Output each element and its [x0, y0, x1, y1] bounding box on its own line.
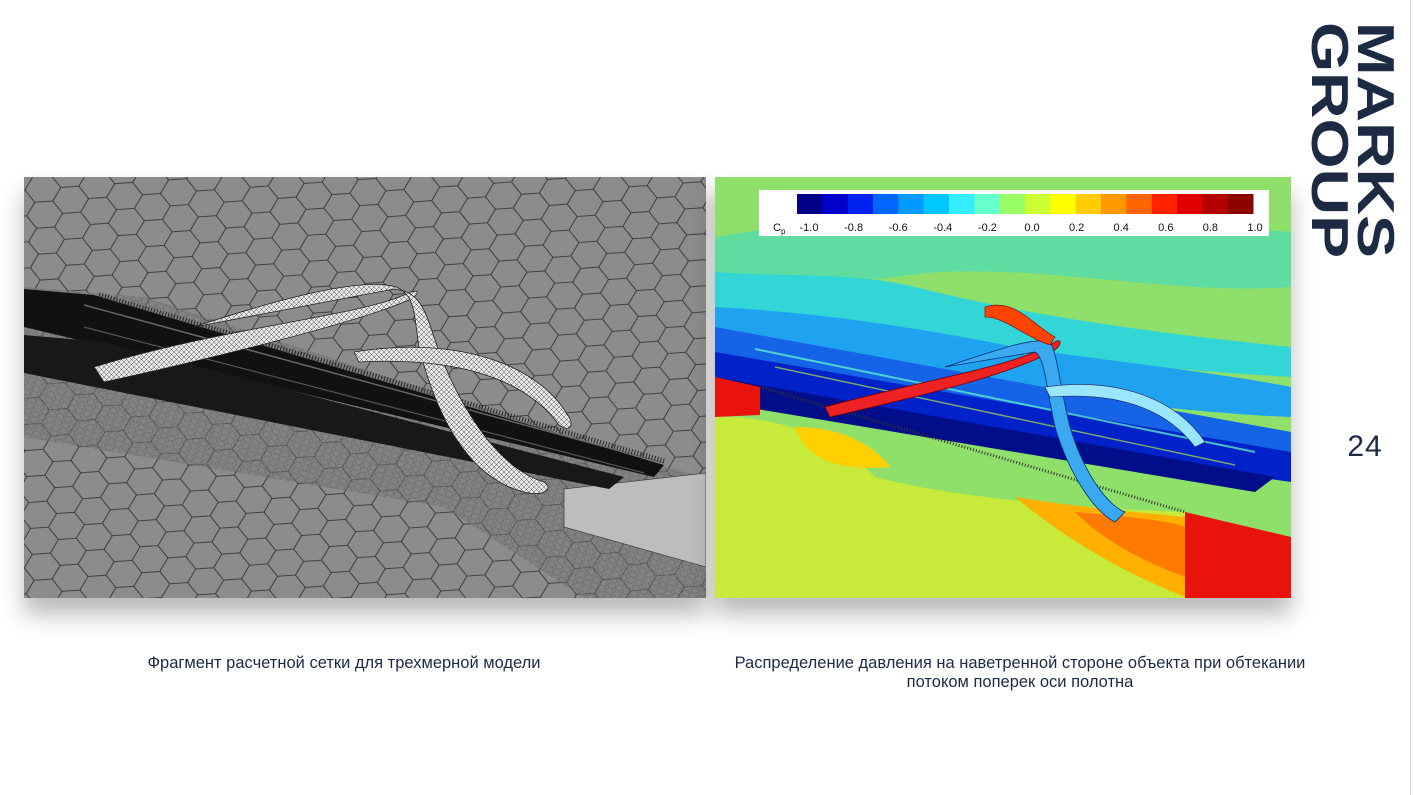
colorbar-swatches — [797, 194, 1254, 214]
colorbar-tick-label: 0.6 — [1158, 222, 1173, 234]
colorbar-tick-label: -0.6 — [889, 222, 908, 234]
colorbar-swatch — [949, 194, 975, 214]
brand-logo-line2: GROUP — [1300, 22, 1358, 258]
colorbar-swatch — [797, 194, 823, 214]
colorbar-swatch — [1025, 194, 1051, 214]
colorbar-swatch — [847, 194, 874, 214]
brand-logo: MARKS GROUP — [1300, 22, 1400, 258]
colorbar-tick-label: 0.0 — [1024, 222, 1039, 234]
mesh-figure — [24, 177, 706, 598]
colorbar-swatch — [1177, 194, 1203, 214]
colorbar-swatch — [1151, 194, 1178, 214]
colorbar-tick-label: -0.8 — [844, 222, 863, 234]
colorbar-tick-label: 1.0 — [1247, 222, 1262, 234]
colorbar-swatch — [999, 194, 1026, 214]
mesh-figure-image — [24, 177, 706, 598]
page-number: 24 — [1347, 430, 1383, 463]
mesh-figure-caption: Фрагмент расчетной сетки для трехмерной … — [147, 654, 541, 672]
colorbar-swatch — [1126, 194, 1153, 214]
colorbar-swatch — [923, 194, 950, 214]
colorbar-legend: Cp -1.0 -0.8 -0.6 -0.4 -0.2 0.0 0.2 0.4 0.6 0.8 1.… — [759, 190, 1269, 236]
colorbar-swatch — [898, 194, 925, 214]
pressure-figure-caption: Распределение давления на наветренной ст… — [734, 654, 1306, 691]
colorbar-swatch — [1227, 194, 1254, 214]
colorbar-tick-label: -0.2 — [978, 222, 997, 234]
right-edge-rule — [1410, 0, 1411, 795]
colorbar-swatch — [1050, 194, 1077, 214]
colorbar-tick-label: 0.2 — [1069, 222, 1084, 234]
pressure-figure: Cp -1.0 -0.8 -0.6 -0.4 -0.2 0.0 0.2 0.4 0.6 0.8 1.… — [715, 177, 1291, 598]
colorbar-tick-label: 0.8 — [1203, 222, 1218, 234]
pressure-figure-image: Cp -1.0 -0.8 -0.6 -0.4 -0.2 0.0 0.2 0.4 0.6 0.8 1.… — [715, 177, 1291, 598]
colorbar-swatch — [1202, 194, 1229, 214]
colorbar-tick-label: 0.4 — [1114, 222, 1129, 234]
colorbar-swatch — [1075, 194, 1102, 214]
colorbar-tick-label: -1.0 — [800, 222, 819, 234]
colorbar-swatch — [873, 194, 899, 214]
colorbar-tick-label: -0.4 — [933, 222, 952, 234]
colorbar-swatch — [822, 194, 849, 214]
colorbar-swatch — [974, 194, 1001, 214]
colorbar-swatch — [1101, 194, 1127, 214]
